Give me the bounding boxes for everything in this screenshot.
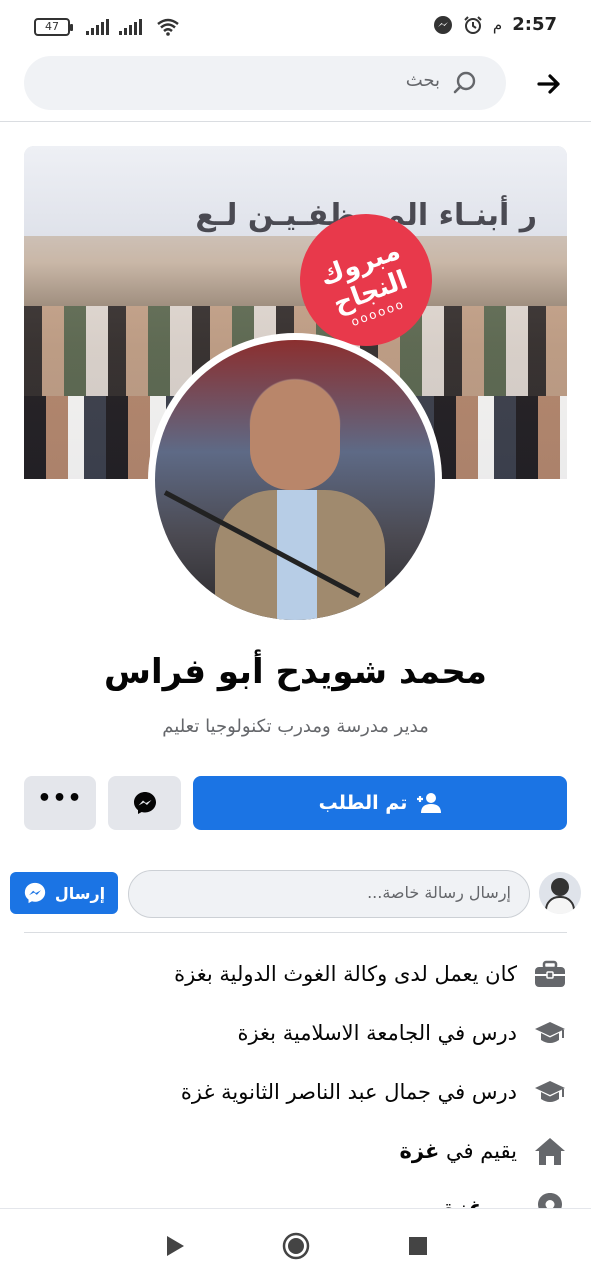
time-ampm: م: [492, 15, 503, 34]
my-avatar: [539, 872, 581, 914]
cover-banner: ر أبنـاء المـوظفـيـن لـع: [24, 146, 567, 236]
send-label: إرسال: [54, 883, 106, 903]
graduation-cap-icon: [533, 1016, 567, 1050]
search-placeholder: بحث: [405, 70, 440, 91]
message-placeholder: إرسال رسالة خاصة...: [367, 883, 511, 902]
top-header: بحث: [0, 56, 591, 122]
more-options-icon: •••: [37, 786, 83, 811]
back-nav-button[interactable]: [160, 1231, 190, 1261]
graduation-cap-icon: [533, 1075, 567, 1109]
lives-in-prefix: يقيم في: [439, 1139, 517, 1163]
home-nav-button[interactable]: [281, 1231, 311, 1261]
search-icon: [453, 71, 476, 94]
photo-face: [250, 380, 340, 490]
recents-nav-button[interactable]: [403, 1231, 433, 1261]
messenger-icon: [24, 882, 45, 904]
intro-text: درس في الجامعة الاسلامية بغزة: [237, 1021, 517, 1045]
avatar-head: [551, 878, 569, 896]
friend-request-sent-button[interactable]: تم الطلب: [193, 776, 567, 830]
intro-text: درس في جمال عبد الناصر الثانوية غزة: [180, 1080, 517, 1104]
person-check-icon: [417, 793, 442, 813]
search-input[interactable]: بحث: [24, 56, 506, 110]
intro-text: كان يعمل لدى وكالة الغوث الدولية بغزة: [174, 962, 517, 986]
profile-picture[interactable]: [148, 333, 442, 627]
play-triangle-icon: [167, 1236, 184, 1256]
lives-in-place[interactable]: غزة: [400, 1139, 440, 1163]
friend-request-label: تم الطلب: [318, 792, 408, 814]
send-message-button[interactable]: إرسال: [10, 872, 118, 914]
messenger-icon: [133, 792, 156, 814]
system-navigation-bar: [0, 1208, 591, 1280]
home-icon: [533, 1134, 567, 1168]
intro-item-education[interactable]: درس في جمال عبد الناصر الثانوية غزة: [24, 1072, 567, 1112]
messenger-notification-icon: [433, 15, 452, 34]
intro-item-work[interactable]: كان يعمل لدى وكالة الغوث الدولية بغزة: [24, 954, 567, 994]
status-bar: 47 م 2:57: [0, 0, 591, 56]
profile-bio: مدير مدرسة ومدرب تكنولوجيا تعليم: [162, 716, 429, 737]
square-recents-icon: [409, 1237, 427, 1255]
briefcase-icon: [533, 957, 567, 991]
circle-home-icon: [282, 1232, 310, 1260]
signal-icon: [86, 19, 109, 35]
status-left: 47: [34, 16, 180, 38]
alarm-icon: [464, 15, 482, 34]
back-arrow-icon[interactable]: [535, 70, 563, 98]
section-divider: [24, 932, 567, 933]
profile-name: محمد شويدح أبو فراس: [104, 652, 487, 692]
profile-photo: [155, 340, 435, 620]
intro-item-lives-in[interactable]: يقيم في غزة: [24, 1131, 567, 1171]
intro-item-education[interactable]: درس في الجامعة الاسلامية بغزة: [24, 1013, 567, 1053]
private-message-input[interactable]: إرسال رسالة خاصة...: [128, 870, 530, 918]
signal-icon: [119, 19, 142, 35]
avatar-body: [545, 896, 575, 914]
status-time: 2:57: [512, 14, 557, 35]
wifi-icon: [157, 18, 179, 36]
status-right: م 2:57: [433, 14, 557, 35]
intro-text: يقيم في غزة: [400, 1139, 518, 1163]
more-options-button[interactable]: •••: [24, 776, 96, 830]
messenger-button[interactable]: [108, 776, 181, 830]
battery-icon: 47: [34, 18, 73, 36]
